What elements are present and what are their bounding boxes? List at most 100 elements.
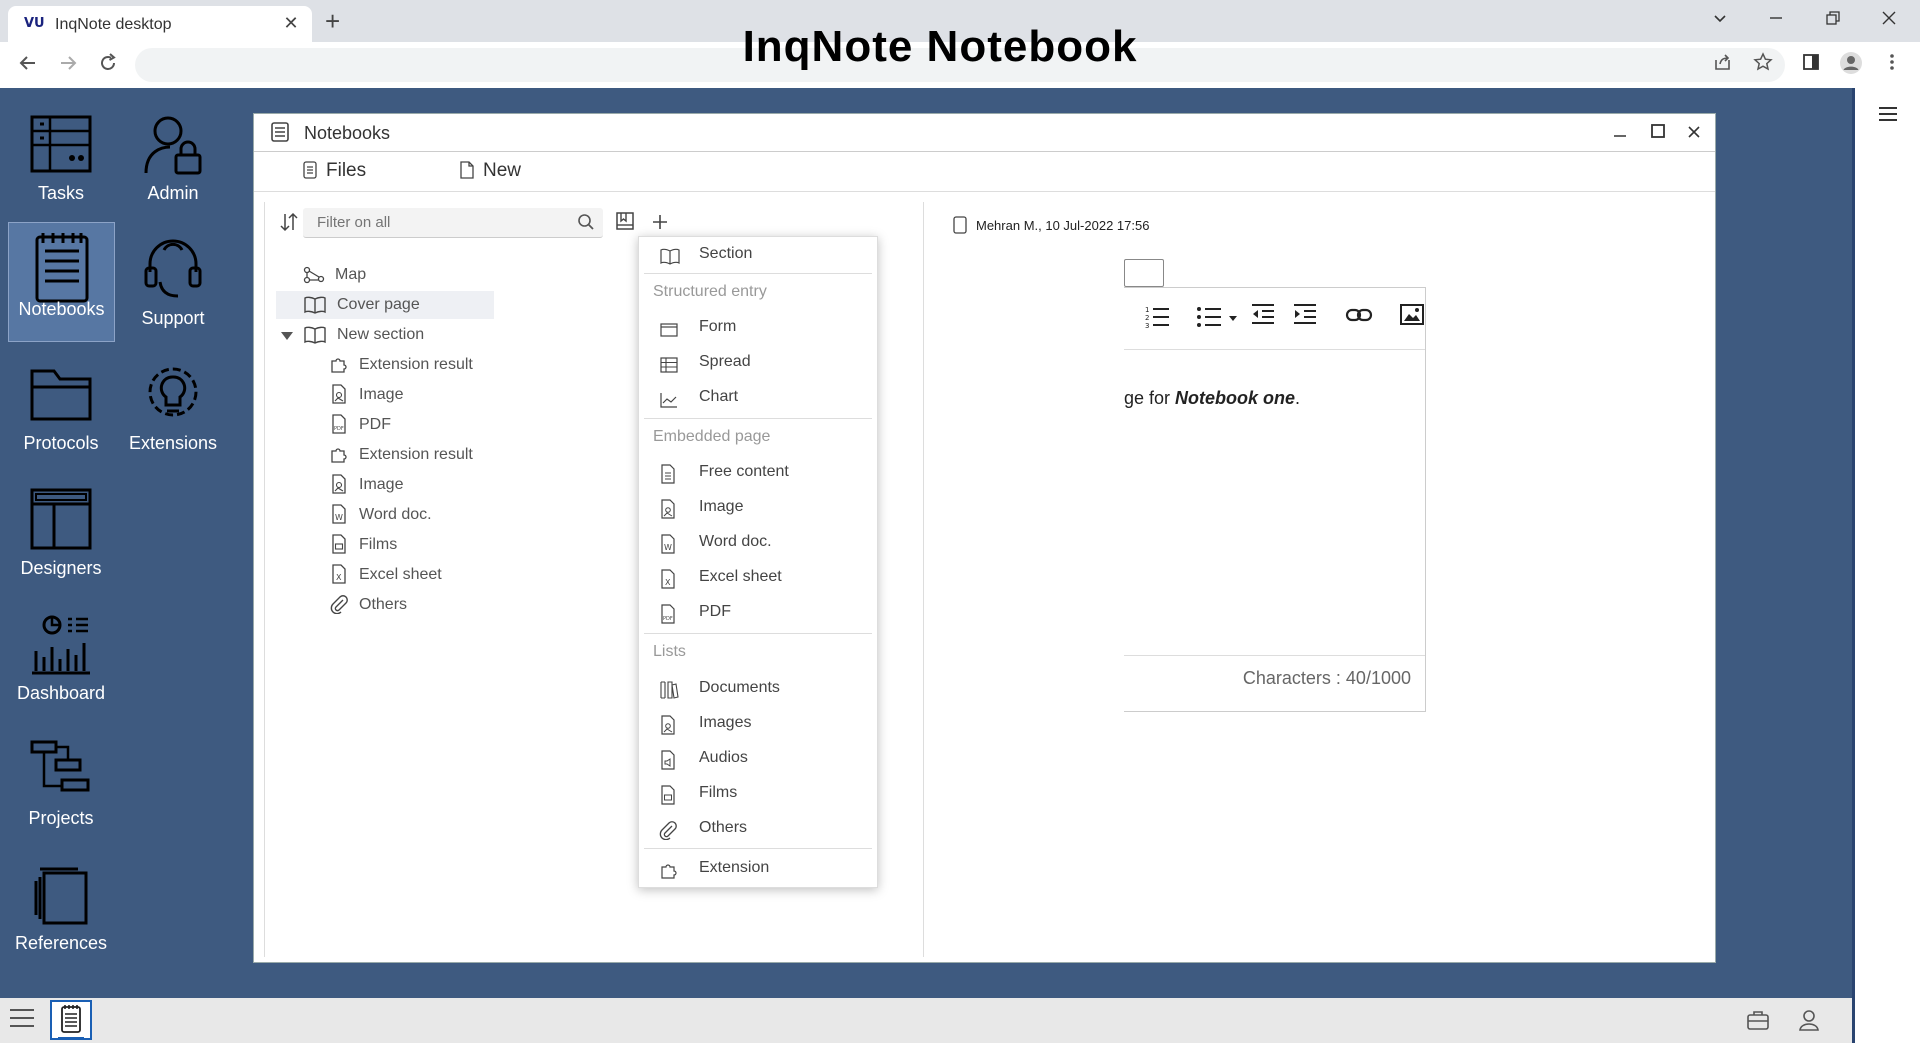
dropdown-item-free-content[interactable]: Free content: [639, 455, 877, 489]
filter-input[interactable]: [303, 208, 553, 236]
svg-text:X: X: [665, 578, 671, 587]
tree-item-label: Cover page: [337, 296, 420, 313]
tree-item-image[interactable]: Image: [329, 381, 403, 409]
tree-item-others[interactable]: Others: [329, 591, 407, 619]
dropdown-item-label: Section: [699, 245, 753, 262]
tree-item-label: Word doc.: [359, 506, 432, 523]
puzzle-icon: [659, 859, 679, 893]
desktop-icon-extensions[interactable]: Extensions: [121, 353, 225, 469]
editor-content[interactable]: ge for Notebook one.: [1124, 388, 1300, 409]
dropdown-item-label: Films: [699, 784, 738, 801]
svg-text:PDF: PDF: [663, 616, 673, 622]
numbered-list-icon[interactable]: 123: [1144, 302, 1174, 332]
dropdown-item-label: Others: [699, 819, 748, 836]
tree-item-map[interactable]: Map: [303, 261, 366, 289]
dropdown-item-word-doc[interactable]: W Word doc.: [639, 525, 877, 559]
desktop-icon-label: Dashboard: [16, 683, 106, 703]
window-minimize-icon[interactable]: [1605, 120, 1635, 146]
dropdown-item-label: Extension: [699, 859, 770, 876]
dropdown-item-documents[interactable]: Documents: [639, 671, 877, 705]
svg-text:3: 3: [1145, 322, 1149, 328]
dropdown-item-form[interactable]: Form: [639, 310, 877, 344]
desktop-icon-label: Admin: [147, 183, 199, 203]
dropdown-item-images[interactable]: Images: [639, 706, 877, 740]
desktop-icon-references[interactable]: References: [9, 853, 113, 969]
dropdown-item-label: Spread: [699, 353, 751, 370]
dropdown-item-section[interactable]: Section: [639, 237, 877, 271]
dropdown-item-chart[interactable]: Chart: [639, 380, 877, 414]
files-menu[interactable]: Files: [302, 160, 366, 182]
search-icon[interactable]: [577, 213, 595, 236]
divider: [644, 633, 872, 634]
tree-item-label: Excel sheet: [359, 566, 442, 583]
tree-item-label: Films: [359, 536, 398, 553]
dropdown-item-label: Form: [699, 318, 737, 335]
film-file-icon: [332, 534, 346, 554]
excel-file-icon: X: [332, 564, 346, 584]
tree-item-films[interactable]: Films: [329, 531, 397, 559]
divider: [644, 273, 872, 274]
pdf-file-icon: PDF: [659, 603, 677, 637]
desktop-icon-dashboard[interactable]: Dashboard: [9, 603, 113, 719]
dropdown-item-others[interactable]: Others: [639, 811, 877, 845]
taskbar: [0, 998, 1852, 1043]
desktop-icon-notebooks[interactable]: Notebooks: [8, 222, 115, 342]
insert-image-icon[interactable]: [1399, 302, 1429, 332]
browser-menu-icon[interactable]: [1877, 51, 1907, 81]
user-icon[interactable]: [1797, 1008, 1823, 1034]
window-titlebar[interactable]: Notebooks: [254, 114, 1715, 152]
tree-item-new-section[interactable]: New section: [265, 321, 565, 349]
tree-item-cover-page[interactable]: Cover page: [276, 291, 494, 319]
divider: [644, 848, 872, 849]
tree-item-image[interactable]: Image: [329, 471, 403, 499]
desktop-icon-projects[interactable]: Projects: [9, 728, 113, 844]
entry-author-timestamp: Mehran M., 10 Jul-2022 17:56: [976, 218, 1150, 233]
dropdown-item-extension[interactable]: Extension: [639, 851, 877, 885]
bullet-style-dropdown-icon[interactable]: [1227, 302, 1241, 332]
desktop-icon-support[interactable]: Support: [121, 228, 225, 344]
briefcase-icon[interactable]: [1746, 1008, 1772, 1034]
pdf-file-icon: PDF: [332, 414, 346, 434]
desktop-icon-label: Extensions: [128, 433, 218, 453]
dropdown-item-label: Word doc.: [699, 533, 772, 550]
window-title: Notebooks: [304, 123, 391, 143]
tree-item-extension-result[interactable]: Extension result: [329, 351, 473, 379]
add-entry-icon[interactable]: [650, 206, 670, 239]
outdent-icon[interactable]: [1250, 302, 1280, 332]
tree-item-word-doc[interactable]: W Word doc.: [329, 501, 432, 529]
tree-item-excel-sheet[interactable]: X Excel sheet: [329, 561, 442, 589]
dropdown-item-audios[interactable]: Audios: [639, 741, 877, 775]
tree-item-label: Extension result: [359, 356, 473, 373]
desktop-icon-tasks[interactable]: Tasks: [9, 103, 113, 219]
tree-item-label: Extension result: [359, 446, 473, 463]
tree-item-label: Map: [335, 266, 367, 283]
admin-icon: [144, 116, 202, 175]
panel-menu-icon[interactable]: [1877, 102, 1899, 130]
chevron-down-icon[interactable]: [281, 332, 293, 340]
taskbar-notebooks-app[interactable]: [50, 1000, 92, 1040]
desktop-icon-designers[interactable]: Designers: [9, 478, 113, 594]
new-menu[interactable]: New: [459, 160, 521, 182]
dropdown-item-pdf[interactable]: PDF PDF: [639, 595, 877, 629]
indent-icon[interactable]: [1292, 302, 1322, 332]
window-close-icon[interactable]: [1679, 120, 1709, 146]
desktop-icon-protocols[interactable]: Protocols: [9, 353, 113, 469]
dropdown-item-image[interactable]: Image: [639, 490, 877, 524]
start-menu-icon[interactable]: [8, 1006, 36, 1037]
dropdown-item-label: Free content: [699, 463, 789, 480]
dropdown-item-excel-sheet[interactable]: X Excel sheet: [639, 560, 877, 594]
sort-icon[interactable]: [279, 212, 299, 238]
entry-title-input[interactable]: [1124, 259, 1164, 287]
dropdown-item-spread[interactable]: Spread: [639, 345, 877, 379]
bookmark-notebook-icon[interactable]: [615, 211, 635, 236]
tree-item-extension-result[interactable]: Extension result: [329, 441, 473, 469]
dropdown-item-films[interactable]: Films: [639, 776, 877, 810]
word-file-icon: W: [332, 504, 346, 524]
tree-item-label: Image: [359, 386, 404, 403]
desktop-icon-label: Tasks: [37, 183, 84, 203]
tree-item-pdf[interactable]: PDF PDF: [329, 411, 391, 439]
bullet-list-icon[interactable]: [1196, 302, 1226, 332]
window-maximize-icon[interactable]: [1643, 120, 1673, 146]
desktop-icon-admin[interactable]: Admin: [121, 103, 225, 219]
link-icon[interactable]: [1345, 302, 1375, 332]
